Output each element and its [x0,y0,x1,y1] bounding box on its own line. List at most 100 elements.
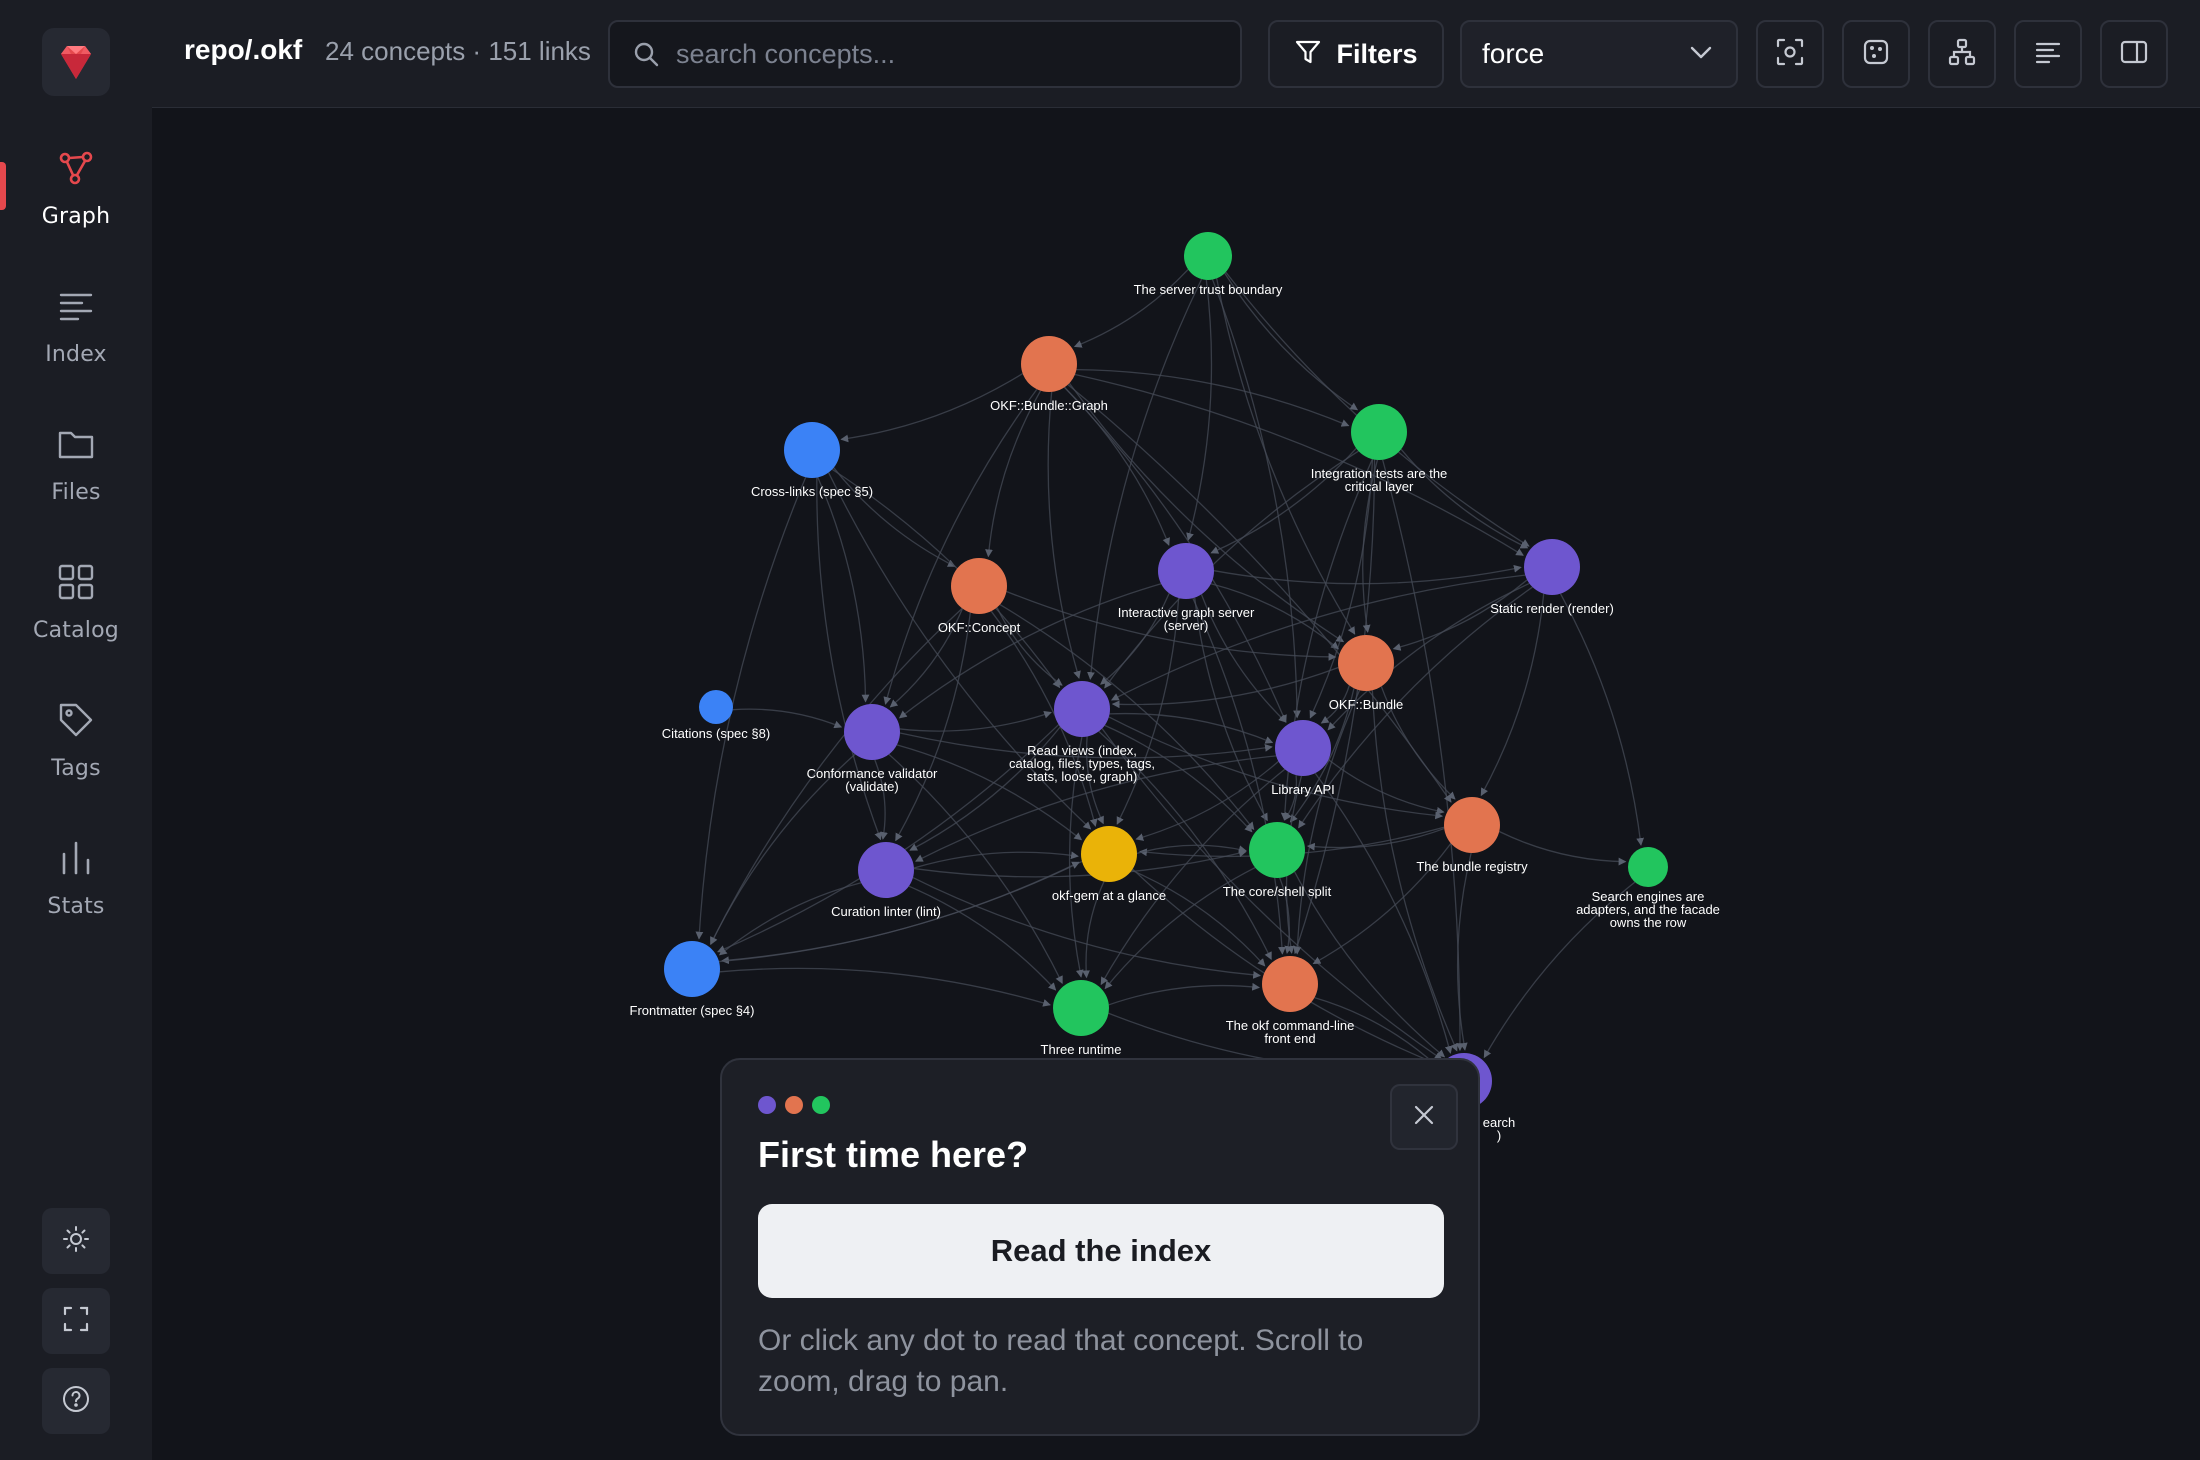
graph-node[interactable]: OKF::Concept [938,558,1021,635]
node-label: Interactive graph server (server) [1118,605,1255,633]
graph-edge [1109,712,1274,744]
focus-button[interactable] [1756,20,1824,88]
graph-edge [1210,447,1357,554]
node-dot[interactable] [1262,956,1318,1012]
window-dots [758,1096,830,1114]
graph-edge [1480,593,1545,797]
repo-stats: 24 concepts · 151 links [325,36,591,66]
nav-graph[interactable]: Graph [0,138,152,258]
node-label: earch) [1483,1115,1516,1143]
graph-node[interactable]: The core/shell split [1223,822,1332,899]
orange-dot [785,1096,803,1114]
nav-files[interactable]: Files [0,414,152,534]
node-dot[interactable] [1628,847,1668,887]
node-dot[interactable] [1053,980,1109,1036]
chevron-down-icon [1688,39,1714,69]
node-dot[interactable] [951,558,1007,614]
graph-node[interactable]: Read views (index, catalog, files, types,… [1009,681,1155,784]
panel-toggle-button[interactable] [2100,20,2168,88]
nav-index[interactable]: Index [0,276,152,396]
graph-node[interactable]: OKF::Bundle::Graph [990,336,1108,413]
node-dot[interactable] [1158,543,1214,599]
graph-edge [1498,830,1627,866]
graph-node[interactable]: Integration tests are the critical layer [1311,404,1448,494]
layout-select[interactable]: force [1460,20,1738,88]
graph-node[interactable]: Three runtime [1041,980,1122,1057]
nav-stats[interactable]: Stats [0,828,152,948]
node-label: OKF::Bundle [1329,697,1403,712]
node-dot[interactable] [1338,635,1394,691]
node-dot[interactable] [1524,539,1580,595]
node-dot[interactable] [1021,336,1077,392]
graph-edge [1068,382,1345,643]
node-dot[interactable] [1249,822,1305,878]
close-button[interactable] [1390,1084,1458,1150]
graph-node[interactable]: Conformance validator (validate) [807,704,938,794]
node-dot[interactable] [1184,232,1232,280]
graph-edge [913,851,1079,869]
read-index-button[interactable]: Read the index [758,1204,1444,1298]
list-icon [54,284,98,328]
theme-toggle-button[interactable] [42,1208,110,1274]
nav-tags[interactable]: Tags [0,690,152,810]
node-dot[interactable] [1275,720,1331,776]
node-dot[interactable] [1054,681,1110,737]
fullscreen-icon [62,1305,90,1337]
graph-node[interactable]: The okf command-line front end [1226,956,1355,1046]
node-label: Search engines are adapters, and the faca… [1576,889,1720,930]
node-label: OKF::Bundle::Graph [990,398,1108,413]
graph-edge [985,390,1042,558]
node-dot[interactable] [858,842,914,898]
fullscreen-button[interactable] [42,1288,110,1354]
node-label: okf-gem at a glance [1052,888,1166,903]
help-button[interactable] [42,1368,110,1434]
graph-node[interactable]: Frontmatter (spec §4) [630,941,755,1018]
node-dot[interactable] [844,704,900,760]
focus-icon [1775,37,1805,71]
text-align-button[interactable] [2014,20,2082,88]
graph-node[interactable]: OKF::Bundle [1329,635,1403,712]
graph-node[interactable]: Cross-links (spec §5) [751,422,873,499]
node-label: Conformance validator (validate) [807,766,938,794]
hierarchy-button[interactable] [1928,20,1996,88]
node-label: Read views (index, catalog, files, types,… [1009,743,1155,784]
node-dot[interactable] [1081,826,1137,882]
graph-edge [883,388,1038,705]
graph-node[interactable]: Interactive graph server (server) [1118,543,1255,633]
text-align-icon [2033,37,2063,71]
node-dot[interactable] [699,690,733,724]
left-rail: Graph Index Files Catalog Tags Stats [0,0,152,1460]
node-dot[interactable] [664,941,720,997]
filters-button[interactable]: Filters [1268,20,1444,88]
node-dot[interactable] [784,422,840,478]
graph-node[interactable]: Citations (spec §8) [662,690,770,741]
green-dot [812,1096,830,1114]
graph-edge [1047,391,1081,679]
search-box[interactable]: search concepts... [608,20,1242,88]
node-label: Static render (render) [1490,601,1614,616]
graph-nodes: The server trust boundaryOKF::Bundle::Gr… [630,232,1720,1143]
graph-node[interactable]: Curation linter (lint) [831,842,941,919]
folder-icon [54,422,98,466]
help-icon [61,1384,91,1418]
node-dot[interactable] [1351,404,1407,460]
node-label: Curation linter (lint) [831,904,941,919]
graph-node[interactable]: Library API [1271,720,1335,797]
top-bar: repo/.okf 24 concepts · 151 links search… [152,0,2200,108]
node-label: Three runtime [1041,1042,1122,1057]
graph-node[interactable]: The server trust boundary [1134,232,1283,297]
cluster-button[interactable] [1842,20,1910,88]
node-label: OKF::Concept [938,620,1021,635]
search-input[interactable]: search concepts... [676,39,895,70]
nav-catalog[interactable]: Catalog [0,552,152,672]
search-icon [630,38,662,70]
node-label: The core/shell split [1223,884,1332,899]
ruby-logo-icon[interactable] [42,28,110,96]
graph-edge [1382,459,1464,1052]
close-icon [1412,1103,1436,1131]
node-dot[interactable] [1444,797,1500,853]
bar-chart-icon [54,836,98,880]
app-window: Graph Index Files Catalog Tags Stats rep… [0,0,2200,1460]
graph-edge [895,612,971,842]
graph-node[interactable]: The bundle registry [1416,797,1528,874]
